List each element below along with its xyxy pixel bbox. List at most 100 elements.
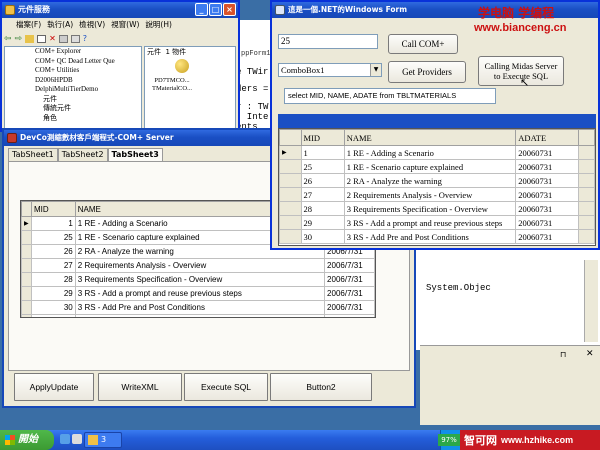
call-com-button[interactable]: Call COM+ — [388, 34, 458, 54]
menu-window[interactable]: 視窗(W) — [111, 18, 139, 31]
table-cell[interactable]: 3 RS - Add Pre and Post Conditions — [74, 300, 326, 315]
back-icon[interactable]: ⇦ — [4, 34, 12, 44]
tree-item[interactable]: DelphiMultiTierDemo — [35, 85, 141, 95]
scrollbar-cell[interactable] — [578, 201, 595, 216]
table-cell[interactable]: 30 — [30, 300, 76, 315]
tree-item[interactable]: COM+ Utilities — [35, 66, 141, 76]
table-cell[interactable]: 20060731 — [515, 215, 580, 230]
menu-help[interactable]: 說明(H) — [145, 18, 172, 31]
apply-update-button[interactable]: ApplyUpdate — [14, 373, 94, 401]
menu-action[interactable]: 執行(A) — [47, 18, 73, 31]
table-cell[interactable]: 30 — [300, 229, 345, 244]
table-row[interactable]: 28 3 Requirements Specification - Overvie… — [21, 272, 375, 287]
table-cell[interactable]: 1 RE - Scenario capture explained — [343, 159, 517, 174]
table-cell[interactable]: 28 — [300, 201, 345, 216]
table-row[interactable]: 30 3 RS - Add Pre and Post Conditions 2006… — [21, 300, 375, 315]
table-cell[interactable]: 2006/7/31 — [324, 272, 375, 287]
tray-status[interactable]: 97% — [438, 434, 460, 446]
delete-icon[interactable]: ✕ — [49, 34, 56, 43]
menu-file[interactable]: 檔案(F) — [16, 18, 41, 31]
export-icon[interactable] — [70, 34, 80, 43]
row-indicator[interactable] — [21, 300, 32, 315]
dotnet-input[interactable]: 25 — [278, 34, 378, 49]
table-cell[interactable]: 2006/7/31 — [324, 286, 375, 301]
table-cell[interactable]: 20060731 — [515, 159, 580, 174]
table-row[interactable]: 29 3 RS - Add a prompt and reuse previous… — [279, 215, 595, 230]
row-indicator[interactable] — [21, 286, 32, 301]
table-cell[interactable]: 1 — [30, 216, 76, 231]
table-cell[interactable]: 26 — [30, 244, 76, 259]
table-cell[interactable]: 25 — [30, 230, 76, 245]
column-header-mid[interactable]: MID — [30, 201, 76, 217]
close-icon[interactable]: ✕ — [586, 349, 594, 359]
table-row[interactable]: 27 2 Requirements Analysis - Overview 2006… — [21, 258, 375, 273]
table-cell[interactable]: 2006/7/31 — [324, 258, 375, 273]
execute-sql-button[interactable]: Execute SQL — [184, 373, 268, 401]
table-row[interactable]: 29 3 RS - Add a prompt and reuse previous… — [21, 286, 375, 301]
explorer-titlebar[interactable]: 元件服務 _ □ × — [2, 2, 238, 18]
table-cell[interactable]: 20060731 — [515, 201, 580, 216]
row-indicator[interactable] — [279, 229, 302, 244]
scrollbar-cell[interactable] — [578, 187, 595, 202]
table-cell[interactable]: 20060731 — [515, 229, 580, 244]
row-indicator[interactable]: ▶ — [21, 216, 32, 231]
tab-sheet3[interactable]: TabSheet3 — [107, 148, 163, 161]
scrollbar-cell[interactable] — [578, 229, 595, 244]
tree-item[interactable]: 角色 — [35, 114, 141, 124]
column-header-name[interactable]: NAME — [343, 129, 517, 146]
table-cell[interactable]: 25 — [300, 159, 345, 174]
properties-icon[interactable] — [58, 34, 68, 43]
up-folder-icon[interactable] — [25, 34, 35, 43]
table-row[interactable]: 26 2 RA - Analyze the warning 20060731 — [279, 173, 595, 188]
row-indicator[interactable] — [279, 215, 302, 230]
column-header-adate[interactable]: ADATE — [515, 129, 580, 146]
pin-icon[interactable]: ⊓ — [560, 350, 566, 359]
table-cell[interactable]: 3 RS - Adding details to a step for clar… — [74, 314, 326, 317]
tree-item[interactable]: COM+ QC Dead Letter Que — [35, 57, 141, 67]
table-row[interactable]: 28 3 Requirements Specification - Overvie… — [279, 201, 595, 216]
table-cell[interactable]: 31 — [30, 314, 76, 317]
component-item-label[interactable]: PD7TMCO... TMaterialCO... — [149, 77, 195, 93]
table-cell[interactable]: 3 Requirements Specification - Overview — [74, 272, 326, 287]
table-cell[interactable]: 3 RS - Add a prompt and reuse previous s… — [74, 286, 326, 301]
table-cell[interactable]: 29 — [30, 286, 76, 301]
minimize-icon[interactable]: _ — [195, 3, 208, 16]
close-icon[interactable]: × — [223, 3, 236, 16]
component-ball-icon[interactable] — [175, 59, 189, 73]
table-cell[interactable]: 3 RS - Add Pre and Post Conditions — [343, 229, 517, 244]
row-indicator[interactable] — [279, 159, 302, 174]
row-indicator[interactable] — [279, 201, 302, 216]
scrollbar-cell[interactable] — [578, 145, 595, 160]
tree-item[interactable]: COM+ Explorer — [35, 47, 141, 57]
table-cell[interactable]: 2006/7/31 — [324, 300, 375, 315]
table-cell[interactable]: 29 — [300, 215, 345, 230]
maximize-icon[interactable]: □ — [209, 3, 222, 16]
row-indicator[interactable] — [21, 272, 32, 287]
help-icon[interactable]: ? — [83, 34, 87, 43]
tab-sheet2[interactable]: TabSheet2 — [57, 148, 108, 161]
table-row[interactable]: ▶ 1 1 RE - Adding a Scenario 20060731 — [279, 145, 595, 160]
row-indicator[interactable] — [21, 258, 32, 273]
scrollbar-cell[interactable] — [578, 215, 595, 230]
table-cell[interactable]: 27 — [30, 258, 76, 273]
table-cell[interactable]: 2006/7/31 — [324, 314, 375, 317]
table-cell[interactable]: 20060731 — [515, 187, 580, 202]
table-cell[interactable]: 2 RA - Analyze the warning — [343, 173, 517, 188]
table-cell[interactable]: 3 RS - Add a prompt and reuse previous s… — [343, 215, 517, 230]
table-cell[interactable]: 27 — [300, 187, 345, 202]
row-indicator[interactable] — [21, 244, 32, 259]
tree-icon[interactable] — [37, 34, 47, 43]
get-providers-button[interactable]: Get Providers — [388, 61, 466, 83]
menu-view[interactable]: 檢視(V) — [79, 18, 105, 31]
table-cell[interactable]: 28 — [30, 272, 76, 287]
scrollbar-cell[interactable] — [578, 159, 595, 174]
row-indicator[interactable]: ▶ — [279, 145, 302, 160]
table-row[interactable]: 27 2 Requirements Analysis - Overview 2006… — [279, 187, 595, 202]
combobox[interactable]: ComboBox1 ▼ — [278, 63, 382, 77]
table-row[interactable]: 25 1 RE - Scenario capture explained 20060… — [279, 159, 595, 174]
row-indicator[interactable] — [279, 187, 302, 202]
table-cell[interactable]: 2 Requirements Analysis - Overview — [343, 187, 517, 202]
button2[interactable]: Button2 — [270, 373, 372, 401]
tree-item[interactable]: 傳統元件 — [35, 104, 141, 114]
row-indicator[interactable] — [21, 230, 32, 245]
